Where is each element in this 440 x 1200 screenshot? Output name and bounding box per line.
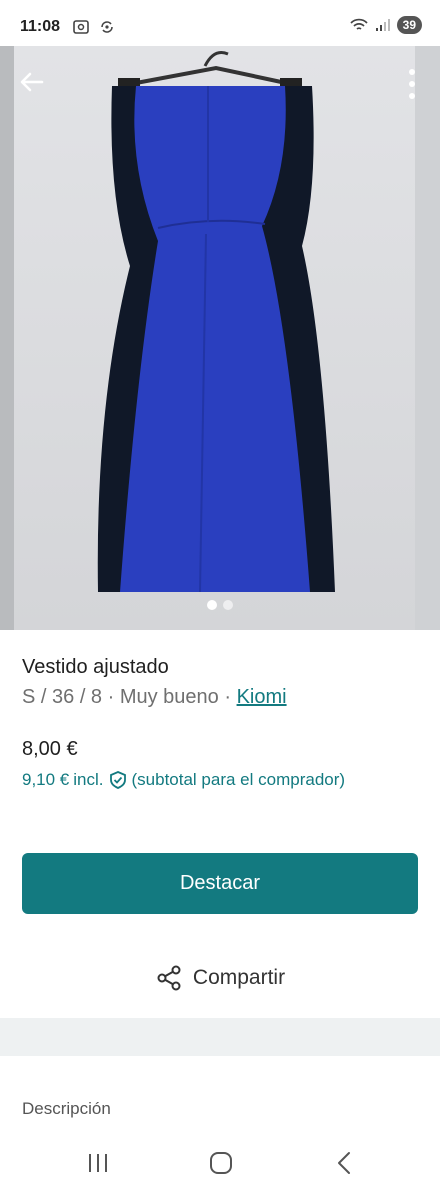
battery-badge: 39 (396, 16, 422, 34)
buyer-total[interactable]: 9,10 € incl. (subtotal para el comprador… (22, 770, 345, 790)
item-price: 8,00 € (22, 738, 78, 760)
brand-link[interactable]: Kiomi (237, 686, 287, 708)
dress-image (0, 46, 440, 630)
recents-icon[interactable] (86, 1150, 110, 1176)
gallery-sync-icon (101, 21, 113, 33)
section-divider (0, 1018, 440, 1056)
highlight-button[interactable]: Destacar (22, 853, 418, 914)
share-icon (157, 965, 181, 991)
total-suffix: incl. (73, 770, 104, 789)
gallery-dot-active[interactable] (207, 600, 217, 610)
screenshot-icon (73, 20, 89, 34)
gallery-dot[interactable] (223, 600, 233, 610)
item-size-condition: S / 36 / 8 · Muy bueno · (22, 686, 237, 708)
shield-check-icon (109, 771, 126, 789)
product-photo[interactable] (0, 46, 440, 630)
status-time: 11:08 (20, 18, 61, 35)
back-arrow-icon[interactable] (16, 66, 48, 98)
description-heading: Descripción (22, 1099, 111, 1118)
total-note: (subtotal para el comprador) (131, 770, 346, 789)
system-nav-bar (0, 1130, 440, 1200)
item-meta: S / 36 / 8 · Muy bueno · Kiomi (22, 686, 287, 709)
share-button[interactable]: Compartir (0, 958, 440, 998)
share-label: Compartir (192, 966, 286, 989)
wifi-icon (350, 18, 368, 30)
more-options-icon[interactable] (406, 66, 418, 102)
signal-icon (375, 19, 390, 31)
total-price: 9,10 € (22, 770, 70, 789)
nav-back-icon[interactable] (334, 1150, 354, 1176)
gallery-indicator (0, 600, 440, 610)
item-title: Vestido ajustado (22, 656, 169, 678)
home-icon[interactable] (209, 1150, 233, 1176)
status-bar: 11:08 39 (0, 0, 440, 46)
